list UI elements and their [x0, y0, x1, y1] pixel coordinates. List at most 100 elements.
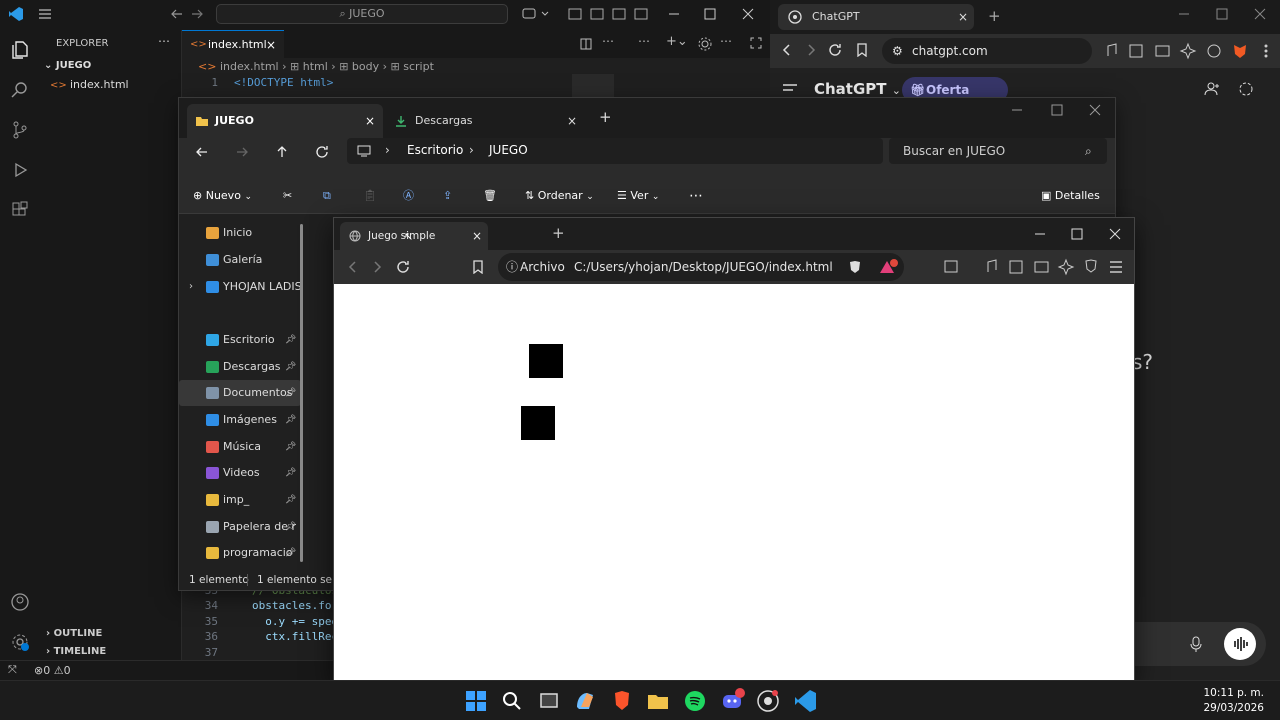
more-options-icon[interactable]: ⋯ [689, 178, 703, 214]
new-tab-icon[interactable]: + [552, 224, 565, 242]
nav-item[interactable]: Documentos 📌︎ [179, 380, 301, 406]
tab-chatgpt[interactable]: ChatGPT × [778, 4, 974, 30]
game-address-bar[interactable]: ⓘ Archivo C:/Users/yhojan/Desktop/JUEGO/… [498, 253, 904, 281]
close-icon[interactable] [1109, 228, 1121, 240]
nav-item[interactable]: Papelera de r 📌︎ [179, 514, 301, 540]
refresh-icon[interactable] [315, 145, 329, 159]
address-bar[interactable]: › Escritorio › JUEGO [347, 138, 883, 164]
browser-extension-icons[interactable] [944, 258, 1130, 276]
back-arrow-icon[interactable] [170, 7, 184, 21]
tab-juego-simple[interactable]: Juego simple × [340, 222, 488, 250]
breadcrumb-item[interactable]: script [403, 60, 434, 73]
close-tab-icon[interactable]: × [958, 4, 968, 30]
chrome-icon[interactable] [754, 687, 782, 715]
folder-juego[interactable]: ⌄ JUEGO [44, 60, 91, 71]
delete-icon[interactable]: 🗑︎ [483, 178, 497, 214]
breadcrumb-item[interactable]: body [352, 60, 379, 73]
file-explorer-icon[interactable] [644, 687, 672, 715]
close-icon[interactable] [1254, 8, 1266, 20]
account-icon[interactable] [8, 590, 32, 614]
chevron-right-icon[interactable]: › [469, 143, 474, 157]
nav-item[interactable]: Imágenes 📌︎ [179, 407, 301, 433]
extensions-icon[interactable] [8, 198, 32, 222]
nav-item[interactable]: Galería [179, 247, 301, 273]
copy-icon[interactable]: ⧉ [323, 178, 331, 214]
site-settings-icon[interactable]: ⚙ [892, 38, 903, 64]
tab-index-html[interactable]: <> index.html × [182, 30, 284, 58]
minimize-icon[interactable] [1034, 228, 1046, 240]
paste-icon[interactable]: 📋︎ [363, 178, 377, 214]
chevron-right-icon[interactable]: › [189, 274, 193, 300]
source-control-icon[interactable] [8, 118, 32, 142]
breadcrumb-juego[interactable]: JUEGO [489, 143, 528, 157]
tab-descargas[interactable]: Descargas × [387, 104, 583, 138]
details-button[interactable]: ▣ Detalles [1041, 178, 1100, 214]
new-button[interactable]: ⊕ Nuevo ⌄ [193, 178, 252, 214]
split-editor-icon[interactable] [580, 38, 592, 50]
minimize-icon[interactable] [1178, 8, 1190, 20]
chevron-right-icon[interactable]: › [385, 143, 390, 157]
share-icon[interactable]: ⇪ [443, 178, 452, 214]
nav-item[interactable]: YHOJAN LADISL › [179, 274, 301, 300]
maximize-icon[interactable] [1216, 8, 1228, 20]
back-icon[interactable] [780, 43, 794, 57]
explorer-files-icon[interactable] [8, 38, 32, 62]
temporary-chat-icon[interactable] [1238, 81, 1254, 97]
gear-icon[interactable] [698, 37, 712, 51]
forward-arrow-icon[interactable] [190, 7, 204, 21]
more-actions-icon[interactable]: ⋯ [638, 34, 650, 48]
close-tab-icon[interactable]: × [472, 222, 482, 250]
brave-rewards-icon[interactable] [878, 259, 898, 275]
search-icon[interactable] [8, 78, 32, 102]
tab-juego[interactable]: JUEGO × [187, 104, 383, 138]
file-index-html[interactable]: <> index.html [50, 78, 129, 91]
maximize-icon[interactable] [704, 8, 716, 20]
search-icon[interactable] [498, 687, 526, 715]
fullscreen-icon[interactable] [750, 37, 762, 49]
chatgpt-model-selector[interactable]: ChatGPT ⌄ [814, 80, 901, 98]
sidebar-menu-icon[interactable] [782, 82, 798, 96]
rename-icon[interactable]: Ⓐ [403, 178, 414, 214]
game-canvas[interactable] [334, 284, 1134, 680]
reload-icon[interactable] [396, 260, 410, 274]
discord-icon[interactable] [718, 687, 746, 715]
spotify-icon[interactable] [681, 687, 709, 715]
problems-status[interactable]: ⊗0 ⚠0 [34, 664, 71, 677]
forward-icon[interactable] [370, 260, 384, 274]
add-icon[interactable]: +⌄ [666, 34, 688, 49]
more-actions-icon[interactable]: ⋯ [158, 34, 170, 48]
nav-item[interactable]: imp_ 📌︎ [179, 487, 301, 513]
close-icon[interactable] [1089, 104, 1101, 116]
close-tab-icon[interactable]: × [567, 104, 577, 138]
maximize-icon[interactable] [1051, 104, 1063, 116]
bookmark-icon[interactable] [856, 43, 868, 57]
menu-icon[interactable] [38, 7, 52, 21]
close-tab-icon[interactable]: × [266, 31, 276, 59]
windows-start-icon[interactable] [462, 687, 490, 715]
view-button[interactable]: ☰ Ver ⌄ [617, 178, 659, 214]
nav-item[interactable]: programacio 📌︎ [179, 540, 301, 566]
more-actions-icon[interactable]: ⋯ [720, 34, 732, 48]
sort-button[interactable]: ⇅ Ordenar ⌄ [525, 178, 594, 214]
run-debug-icon[interactable] [8, 158, 32, 182]
breadcrumb-item[interactable]: html [303, 60, 328, 73]
up-icon[interactable] [275, 145, 289, 159]
code-line[interactable]: 1 <!DOCTYPE html> [182, 76, 770, 92]
browser-extension-icons[interactable] [1104, 42, 1274, 60]
system-clock[interactable]: 10:11 p. m. 29/03/2026 [1203, 686, 1264, 716]
task-view-icon[interactable] [535, 687, 563, 715]
nav-item[interactable]: Descargas 📌︎ [179, 354, 301, 380]
brave-browser-icon[interactable] [608, 687, 636, 715]
reload-icon[interactable] [828, 43, 842, 57]
layout-icons[interactable] [568, 8, 648, 20]
breadcrumb-item[interactable]: index.html [220, 60, 279, 73]
copilot-chat-icon[interactable] [522, 7, 550, 21]
brave-shield-icon[interactable] [848, 260, 862, 274]
nav-item[interactable]: Música 📌︎ [179, 434, 301, 460]
minimize-icon[interactable] [1011, 104, 1023, 116]
back-icon[interactable] [346, 260, 360, 274]
info-icon[interactable]: ⓘ [506, 253, 518, 281]
add-user-icon[interactable] [1204, 81, 1220, 97]
voice-mode-button[interactable] [1224, 628, 1256, 660]
vscode-taskbar-icon[interactable] [791, 687, 819, 715]
